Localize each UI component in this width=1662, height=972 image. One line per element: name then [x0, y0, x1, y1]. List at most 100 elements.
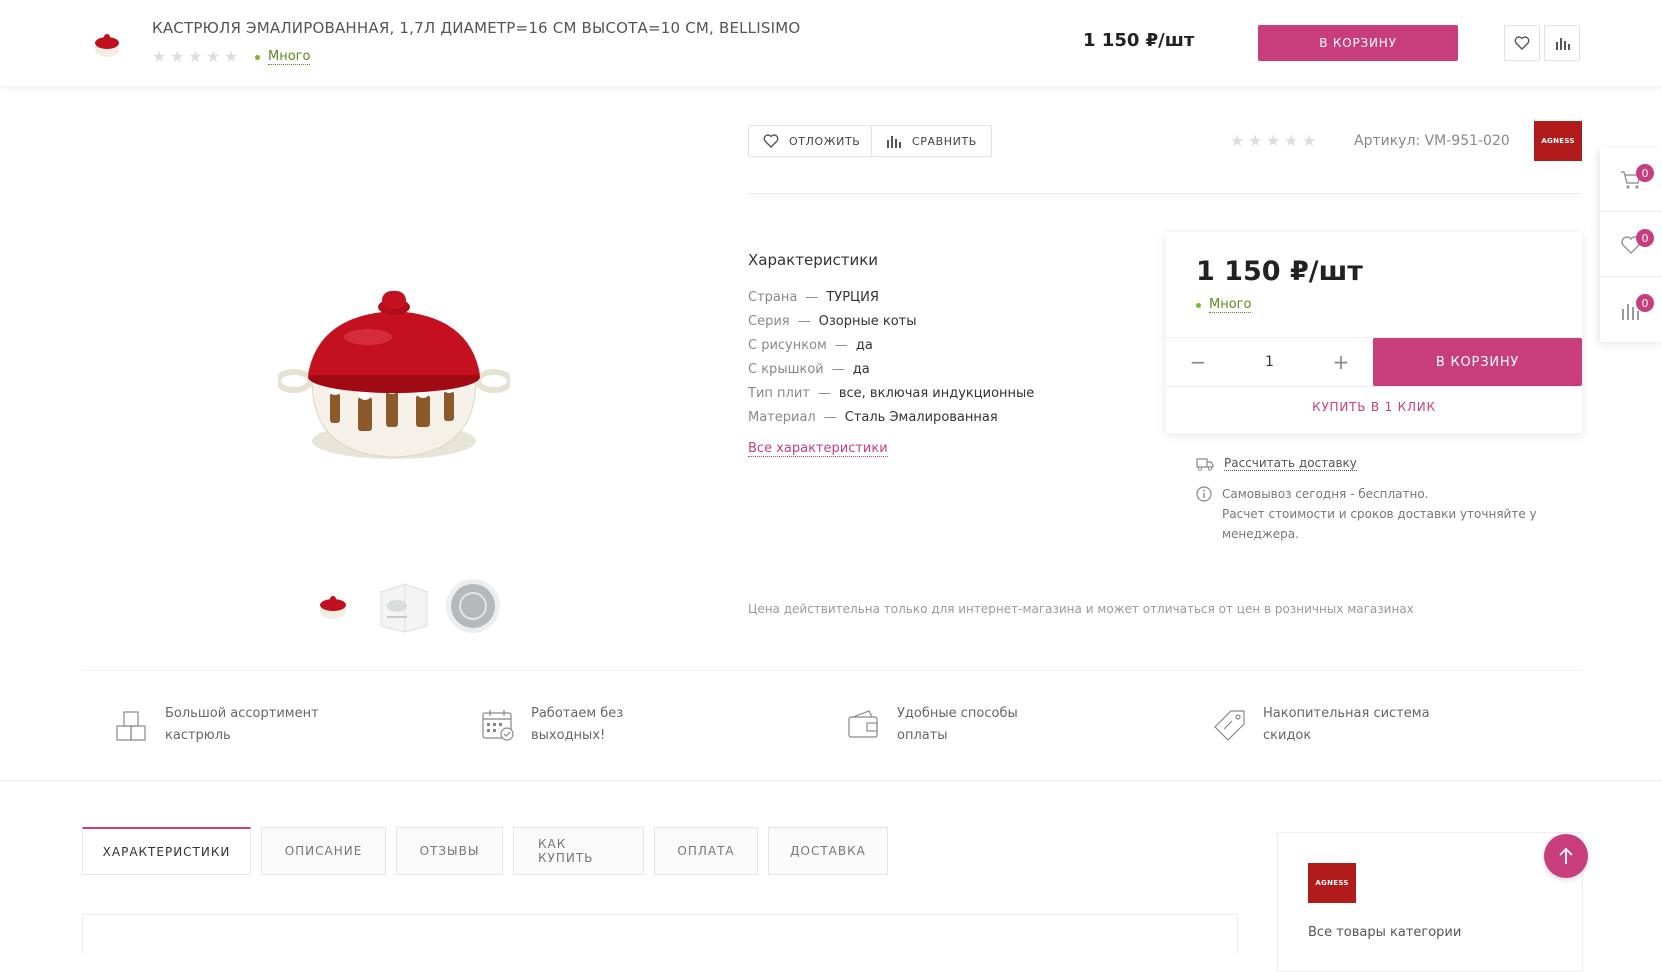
availability-status: Много	[255, 49, 311, 65]
star-icon: ★	[1248, 131, 1263, 150]
divider	[0, 780, 1662, 781]
side-cart-button[interactable]: 0	[1600, 148, 1662, 212]
availability-status: Много	[1196, 297, 1252, 313]
sticky-add-to-cart-button[interactable]: В КОРЗИНУ	[1258, 25, 1458, 61]
characteristic-key: С рисунком	[748, 338, 827, 353]
add-to-cart-button[interactable]: В КОРЗИНУ	[1373, 338, 1582, 386]
feature-title: Накопительная система	[1263, 706, 1430, 721]
tab-delivery[interactable]: ДОСТАВКА	[768, 827, 888, 875]
thumbnail-2[interactable]	[375, 578, 431, 634]
star-icon: ★	[206, 47, 221, 66]
characteristic-key: Страна	[748, 290, 798, 305]
sticky-compare-button[interactable]	[1544, 25, 1580, 61]
tab-how-to-buy[interactable]: КАК КУПИТЬ	[513, 827, 644, 875]
star-icon: ★	[1302, 131, 1317, 150]
characteristics-title: Характеристики	[748, 251, 879, 269]
favorites-count-badge: 0	[1636, 229, 1654, 247]
availability-text[interactable]: Много	[1209, 297, 1252, 313]
product-rating-stars[interactable]: ★ ★ ★ ★ ★	[1230, 133, 1318, 149]
wallet-icon	[848, 710, 878, 738]
availability-text[interactable]: Много	[268, 49, 311, 65]
characteristic-key: Тип плит	[748, 386, 810, 401]
characteristic-value: все, включая индукционные	[838, 386, 1035, 401]
calendar-icon	[482, 710, 514, 741]
feature-subtitle: оплаты	[897, 728, 948, 743]
heart-icon	[1514, 36, 1530, 50]
info-icon	[1196, 486, 1212, 502]
tag-icon	[1214, 710, 1245, 741]
star-icon: ★	[1284, 131, 1299, 150]
brand-category-link[interactable]: Все товары категории	[1308, 925, 1461, 940]
thumbnail-strip	[305, 578, 501, 634]
brand-logo[interactable]: AGNESS	[1308, 863, 1356, 903]
side-compare-button[interactable]: 0	[1600, 278, 1662, 342]
characteristic-row: Материал — Сталь Эмалированная	[748, 410, 998, 425]
save-for-later-button[interactable]: ОТЛОЖИТЬ	[748, 125, 876, 157]
quantity-decrease-button[interactable]: −	[1188, 350, 1208, 374]
truck-icon	[1196, 457, 1214, 471]
star-icon: ★	[224, 47, 239, 66]
bar-chart-icon	[1556, 38, 1570, 50]
characteristic-value: да	[852, 362, 870, 377]
characteristic-value: да	[855, 338, 873, 353]
thumbnail-3[interactable]	[445, 578, 501, 634]
characteristics-list: Страна — ТУРЦИЯ Серия — Озорные коты С рисун…	[748, 286, 1034, 430]
product-price: 1 150 ₽/шт	[1196, 256, 1363, 287]
product-article: Артикул: VM-951-020	[1354, 133, 1510, 149]
characteristic-row: Тип плит — все, включая индукционные	[748, 386, 1035, 401]
delivery-calc: Рассчитать доставку	[1196, 456, 1357, 471]
product-thumb[interactable]	[90, 28, 124, 62]
compare-count-badge: 0	[1636, 294, 1654, 312]
compare-label: СРАВНИТЬ	[912, 134, 977, 148]
rating-stars[interactable]: ★ ★ ★ ★ ★	[152, 49, 240, 65]
cart-count-badge: 0	[1636, 164, 1654, 182]
characteristic-key: С крышкой	[748, 362, 824, 377]
compare-button[interactable]: СРАВНИТЬ	[871, 125, 992, 157]
scroll-to-top-button[interactable]	[1544, 834, 1588, 878]
product-main-image[interactable]	[275, 285, 513, 467]
feature-title: Большой ассортимент	[165, 706, 319, 721]
feature-subtitle: скидок	[1263, 728, 1312, 743]
calculate-delivery-link[interactable]: Рассчитать доставку	[1224, 456, 1357, 471]
tab-reviews[interactable]: ОТЗЫВЫ	[396, 827, 503, 875]
boxes-icon	[116, 711, 146, 741]
tab-payment[interactable]: ОПЛАТА	[654, 827, 758, 875]
all-characteristics-link[interactable]: Все характеристики	[748, 441, 888, 457]
brand-logo[interactable]: AGNESS	[1534, 121, 1582, 161]
quantity-stepper: − 1 +	[1166, 338, 1374, 386]
characteristic-row: С рисунком — да	[748, 338, 873, 353]
price-disclaimer: Цена действительна только для интернет-м…	[748, 602, 1414, 616]
tab-characteristics[interactable]: ХАРАКТЕРИСТИКИ	[82, 827, 251, 875]
delivery-note: Расчет стоимости и сроков доставки уточн…	[1222, 507, 1537, 541]
side-favorites-button[interactable]: 0	[1600, 213, 1662, 277]
characteristic-row: Страна — ТУРЦИЯ	[748, 290, 879, 305]
sticky-favorite-button[interactable]	[1504, 25, 1540, 61]
quantity-input[interactable]: 1	[1265, 354, 1274, 370]
characteristic-value: Озорные коты	[818, 314, 917, 329]
thumbnail-1[interactable]	[305, 578, 361, 634]
star-icon: ★	[152, 47, 167, 66]
star-icon: ★	[1230, 131, 1245, 150]
tab-content-panel	[82, 914, 1238, 954]
characteristic-key: Серия	[748, 314, 790, 329]
quantity-increase-button[interactable]: +	[1331, 350, 1351, 374]
divider	[1166, 386, 1582, 387]
pickup-text: Самовывоз сегодня - бесплатно.	[1222, 487, 1429, 501]
feature-subtitle: выходных!	[531, 728, 606, 743]
star-icon: ★	[188, 47, 203, 66]
characteristic-row: С крышкой — да	[748, 362, 870, 377]
sticky-header: КАСТРЮЛЯ ЭМАЛИРОВАННАЯ, 1,7Л ДИАМЕТР=16 …	[0, 0, 1662, 86]
heart-icon	[763, 134, 779, 148]
sticky-product-title: КАСТРЮЛЯ ЭМАЛИРОВАННАЯ, 1,7Л ДИАМЕТР=16 …	[152, 19, 801, 37]
characteristic-row: Серия — Озорные коты	[748, 314, 917, 329]
save-for-later-label: ОТЛОЖИТЬ	[789, 134, 861, 148]
divider	[748, 193, 1582, 194]
availability-dot-icon	[255, 54, 260, 60]
feature-subtitle: кастрюль	[165, 728, 231, 743]
tab-description[interactable]: ОПИСАНИЕ	[261, 827, 386, 875]
availability-dot-icon	[1196, 302, 1201, 308]
bar-chart-icon	[887, 136, 901, 148]
buy-one-click-button[interactable]: КУПИТЬ В 1 КЛИК	[1166, 400, 1582, 414]
feature-title: Удобные способы	[897, 706, 1018, 721]
feature-title: Работаем без	[531, 706, 624, 721]
